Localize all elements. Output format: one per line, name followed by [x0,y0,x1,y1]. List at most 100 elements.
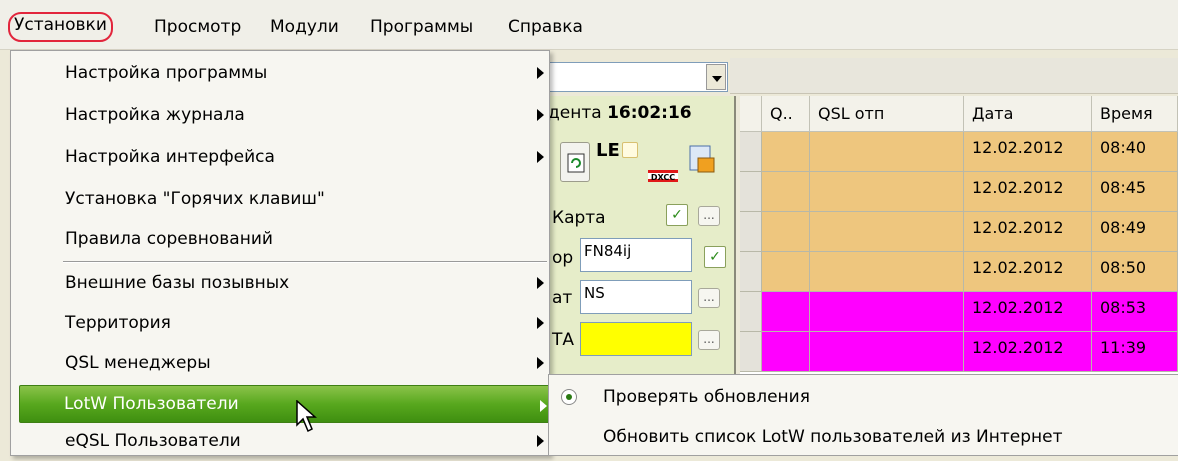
toolbar-strip [730,58,1178,94]
submenu-arrow-icon [537,277,544,289]
time-cell: 08:40 [1092,132,1178,172]
qsl-sent-cell [810,172,964,212]
time-cell: 08:45 [1092,172,1178,212]
table-row[interactable]: 12.02.2012 08:40 [740,132,1178,172]
table-row[interactable]: 12.02.2012 08:49 [740,212,1178,252]
menu-item-label: Внешние базы позывных [65,273,290,293]
le-label: LE [596,140,620,161]
menu-item-log-settings[interactable]: Настройка журнала [13,95,547,135]
refresh-icon [567,153,585,173]
menu-item-label: LotW Пользователи [64,394,239,414]
submenu-item-check-updates[interactable]: Проверять обновления [549,377,1178,417]
menu-item-lotw-users[interactable]: LotW Пользователи [19,385,555,423]
submenu-arrow-icon [537,109,544,121]
column-header-time[interactable]: Время [1092,96,1178,132]
menu-item-label: Территория [65,313,171,333]
table-indicator-header [740,96,762,132]
clock-time: 16:02:16 [607,103,692,123]
qsl-sent-cell [810,212,964,252]
state-field[interactable]: NS [580,280,692,314]
row-indicator-cell [740,212,762,252]
time-cell: 08:49 [1092,212,1178,252]
submenu-item-update-lotw-list[interactable]: Обновить список LotW пользователей из Ин… [549,417,1178,457]
menu-item-label: Правила соревнований [65,229,273,249]
locator-label: ор [552,248,574,268]
date-cell: 12.02.2012 [964,212,1092,252]
radio-checked-icon [561,389,577,405]
time-cell: 08:53 [1092,292,1178,332]
submenu-arrow-icon [537,67,544,79]
submenu-item-label: Проверять обновления [603,387,810,407]
row-indicator-cell [740,332,762,372]
mouse-cursor-icon [296,400,317,433]
locator-field[interactable]: FN84ij [580,238,692,272]
table-row[interactable]: 12.02.2012 08:50 [740,252,1178,292]
menu-item-label: eQSL Пользователи [65,431,241,451]
dropdown-arrow-icon[interactable] [706,64,726,90]
row-indicator-cell [740,132,762,172]
save-button[interactable] [684,142,720,178]
menu-item-label: QSL менеджеры [65,353,211,373]
menu-item-eqsl-users[interactable]: eQSL Пользователи [13,421,547,461]
qsl-sent-cell [810,292,964,332]
submenu-arrow-icon [537,317,544,329]
row-indicator-cell [740,292,762,332]
menu-item-hotkeys[interactable]: Установка "Горячих клавиш" [13,179,547,219]
utc-clock: дента 16:02:16 [548,103,692,123]
lotw-submenu: Проверять обновления Обновить список Lot… [548,374,1178,456]
date-cell: 12.02.2012 [964,172,1092,212]
date-cell: 12.02.2012 [964,132,1092,172]
save-icon [689,145,715,173]
menu-item-label: Установка "Горячих клавиш" [65,189,325,209]
map-more-button[interactable]: ... [698,206,720,226]
submenu-item-label: Обновить список LotW пользователей из Ин… [603,427,1063,447]
menu-item-callsign-databases[interactable]: Внешние базы позывных [13,263,547,303]
iota-field[interactable] [580,322,692,356]
qsl-sent-cell [810,332,964,372]
menu-item-interface-settings[interactable]: Настройка интерфейса [13,137,547,177]
table-row[interactable]: 12.02.2012 08:53 [740,292,1178,332]
state-label: ат [552,288,573,308]
q-cell [762,212,810,252]
menu-item-qsl-managers[interactable]: QSL менеджеры [13,343,547,383]
qsl-sent-cell [810,132,964,172]
iota-label: ТА [552,330,575,350]
submenu-arrow-icon [540,400,547,412]
menu-item-contest-rules[interactable]: Правила соревнований [13,219,547,259]
date-cell: 12.02.2012 [964,252,1092,292]
time-cell: 11:39 [1092,332,1178,372]
table-row[interactable]: 12.02.2012 08:45 [740,172,1178,212]
date-cell: 12.02.2012 [964,292,1092,332]
settings-dropdown-menu: Настройка программы Настройка журнала На… [10,50,555,456]
menu-item-label: Настройка программы [65,63,268,83]
iota-more-button[interactable]: ... [698,330,720,350]
clock-label: дента [548,103,602,123]
q-cell [762,332,810,372]
submenu-arrow-icon [537,357,544,369]
row-indicator-cell [740,172,762,212]
menu-modules[interactable]: Модули [270,14,339,40]
q-cell [762,172,810,212]
le-checkbox[interactable] [622,142,638,158]
menu-view[interactable]: Просмотр [154,14,241,40]
q-cell [762,292,810,332]
menu-item-territory[interactable]: Территория [13,303,547,343]
band-combobox[interactable] [548,62,728,92]
refresh-button[interactable] [560,142,590,182]
menu-settings[interactable]: Установки [8,12,113,42]
time-cell: 08:50 [1092,252,1178,292]
column-header-qsl-sent[interactable]: QSL отп [810,96,964,132]
table-row[interactable]: 12.02.2012 11:39 [740,332,1178,372]
q-cell [762,252,810,292]
menu-help[interactable]: Справка [508,14,583,40]
locator-checkbox[interactable]: ✓ [704,246,726,268]
row-indicator-cell [740,252,762,292]
state-more-button[interactable]: ... [698,288,720,308]
menu-programs[interactable]: Программы [370,14,473,40]
map-checkbox[interactable]: ✓ [666,204,688,226]
menu-item-label: Настройка интерфейса [65,147,275,167]
column-header-date[interactable]: Дата [964,96,1092,132]
menu-item-program-settings[interactable]: Настройка программы [13,53,547,93]
map-label: Карта [552,208,606,228]
column-header-q[interactable]: Q.. [762,96,810,132]
